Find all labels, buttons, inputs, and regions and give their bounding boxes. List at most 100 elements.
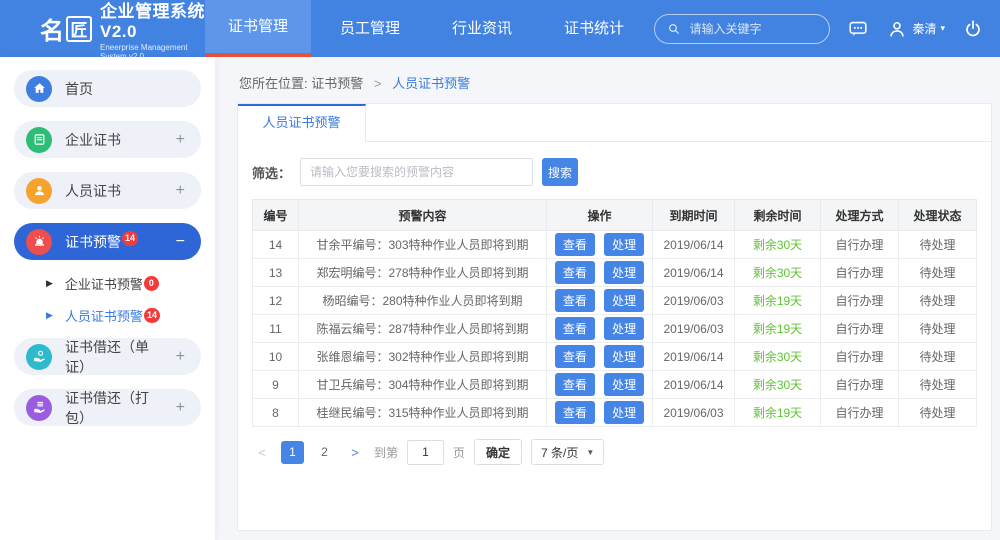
page-button-1[interactable]: 1 — [281, 441, 304, 464]
app-title: 企业管理系统V2.0 — [100, 0, 205, 42]
view-button[interactable]: 查看 — [555, 345, 595, 368]
confirm-button[interactable]: 确定 — [474, 439, 522, 465]
prev-page-arrow[interactable]: < — [252, 445, 272, 460]
cell-method: 自行办理 — [821, 399, 899, 427]
nav-item-industry-news[interactable]: 行业资讯 — [429, 0, 535, 57]
handle-button[interactable]: 处理 — [604, 373, 644, 396]
handle-button[interactable]: 处理 — [604, 233, 644, 256]
cell-id: 9 — [253, 371, 299, 399]
cell-actions: 查看 处理 — [547, 231, 653, 259]
cell-remaining: 剩余30天 — [735, 231, 821, 259]
cell-content: 甘卫兵编号：304特种作业人员即将到期 — [299, 371, 547, 399]
cell-status: 待处理 — [899, 343, 977, 371]
warning-table: 编号 预警内容 操作 到期时间 剩余时间 处理方式 处理状态 — [252, 199, 977, 427]
tab-person-cert-warning[interactable]: 人员证书预警 — [238, 104, 366, 142]
sidebar-item-cert-lend-single[interactable]: 证书借还（单证） + — [14, 338, 201, 375]
sidebar-subitem-label: 人员证书预警 — [65, 306, 143, 325]
breadcrumb-current[interactable]: 人员证书预警 — [392, 76, 470, 91]
user-icon — [886, 18, 908, 40]
handle-button[interactable]: 处理 — [604, 401, 644, 424]
cell-remaining: 剩余19天 — [735, 399, 821, 427]
global-search[interactable] — [654, 14, 830, 44]
collapse-minus-icon[interactable]: − — [176, 233, 185, 251]
arrow-right-icon: ▶ — [46, 278, 53, 289]
arrow-right-icon: ▶ — [46, 310, 53, 321]
expand-plus-icon[interactable]: + — [176, 131, 185, 149]
nav-item-cert-management[interactable]: 证书管理 — [205, 0, 311, 57]
user-dropdown-caret: ▾ — [940, 23, 945, 34]
table-row: 12 杨昭编号：280特种作业人员即将到期 查看 处理 2019/06/03 剩… — [253, 287, 977, 315]
cell-method: 自行办理 — [821, 371, 899, 399]
sidebar-item-company-cert[interactable]: 企业证书 + — [14, 121, 201, 158]
cell-method: 自行办理 — [821, 231, 899, 259]
logo: 名 匠 — [40, 11, 92, 46]
view-button[interactable]: 查看 — [555, 261, 595, 284]
tab-strip: 人员证书预警 — [238, 104, 991, 142]
cell-actions: 查看 处理 — [547, 287, 653, 315]
cell-actions: 查看 处理 — [547, 315, 653, 343]
cell-status: 待处理 — [899, 231, 977, 259]
next-page-arrow[interactable]: > — [345, 445, 365, 460]
search-button[interactable]: 搜索 — [542, 158, 578, 186]
logo-char-1: 名 — [40, 11, 64, 46]
message-icon[interactable] — [847, 18, 869, 40]
cell-status: 待处理 — [899, 259, 977, 287]
person-cert-icon — [26, 178, 52, 204]
per-page-select[interactable]: 7 条/页 ▼ — [531, 439, 604, 465]
cell-id: 11 — [253, 315, 299, 343]
col-method: 处理方式 — [821, 200, 899, 231]
sidebar-item-person-cert[interactable]: 人员证书 + — [14, 172, 201, 209]
handle-button[interactable]: 处理 — [604, 289, 644, 312]
sidebar-subitem-company-cert-warning[interactable]: ▶ 企业证书预警0 — [46, 274, 201, 293]
cell-method: 自行办理 — [821, 343, 899, 371]
cell-expire-date: 2019/06/03 — [653, 399, 735, 427]
view-button[interactable]: 查看 — [555, 317, 595, 340]
user-name: 秦清 — [912, 20, 936, 37]
cell-remaining: 剩余30天 — [735, 371, 821, 399]
goto-page-input[interactable] — [407, 440, 444, 465]
filter-input[interactable] — [300, 158, 533, 186]
cell-expire-date: 2019/06/14 — [653, 259, 735, 287]
col-remaining: 剩余时间 — [735, 200, 821, 231]
sidebar-item-label: 证书借还（单证） — [65, 337, 163, 377]
expand-plus-icon[interactable]: + — [176, 348, 185, 366]
breadcrumb: 您所在位置: 证书预警 > 人员证书预警 — [239, 73, 992, 92]
page-unit-label: 页 — [453, 444, 465, 461]
expand-plus-icon[interactable]: + — [176, 182, 185, 200]
cell-actions: 查看 处理 — [547, 399, 653, 427]
global-search-input[interactable] — [689, 22, 811, 36]
page-button-2[interactable]: 2 — [313, 441, 336, 464]
cell-expire-date: 2019/06/03 — [653, 287, 735, 315]
nav-item-staff-management[interactable]: 员工管理 — [317, 0, 423, 57]
view-button[interactable]: 查看 — [555, 401, 595, 424]
cell-id: 8 — [253, 399, 299, 427]
cell-status: 待处理 — [899, 315, 977, 343]
cell-expire-date: 2019/06/14 — [653, 371, 735, 399]
view-button[interactable]: 查看 — [555, 289, 595, 312]
cell-actions: 查看 处理 — [547, 259, 653, 287]
sidebar-item-home[interactable]: 首页 — [14, 70, 201, 107]
sidebar-item-cert-warning[interactable]: 证书预警14 − — [14, 223, 201, 260]
view-button[interactable]: 查看 — [555, 233, 595, 256]
power-icon[interactable] — [962, 18, 984, 40]
app-window: 名 匠 企业管理系统V2.0 Eneerprise Management Sys… — [0, 0, 1000, 540]
view-button[interactable]: 查看 — [555, 373, 595, 396]
handle-button[interactable]: 处理 — [604, 345, 644, 368]
user-menu[interactable]: 秦清 ▾ — [886, 18, 945, 40]
sidebar-item-cert-lend-package[interactable]: 证书借还（打包） + — [14, 389, 201, 426]
company-cert-icon — [26, 127, 52, 153]
table-row: 13 郑宏明编号：278特种作业人员即将到期 查看 处理 2019/06/14 … — [253, 259, 977, 287]
header-right: 秦清 ▾ — [654, 14, 1000, 44]
cell-content: 郑宏明编号：278特种作业人员即将到期 — [299, 259, 547, 287]
handle-button[interactable]: 处理 — [604, 261, 644, 284]
top-nav: 证书管理 员工管理 行业资讯 证书统计 — [205, 0, 653, 57]
table-row: 8 桂继民编号：315特种作业人员即将到期 查看 处理 2019/06/03 剩… — [253, 399, 977, 427]
nav-item-cert-statistics[interactable]: 证书统计 — [541, 0, 647, 57]
sidebar-subitem-person-cert-warning[interactable]: ▶ 人员证书预警14 — [46, 306, 201, 325]
alarm-icon — [26, 229, 52, 255]
handle-button[interactable]: 处理 — [604, 317, 644, 340]
cell-expire-date: 2019/06/14 — [653, 231, 735, 259]
expand-plus-icon[interactable]: + — [176, 399, 185, 417]
breadcrumb-separator: > — [374, 76, 382, 91]
hand-lend-icon — [26, 344, 52, 370]
